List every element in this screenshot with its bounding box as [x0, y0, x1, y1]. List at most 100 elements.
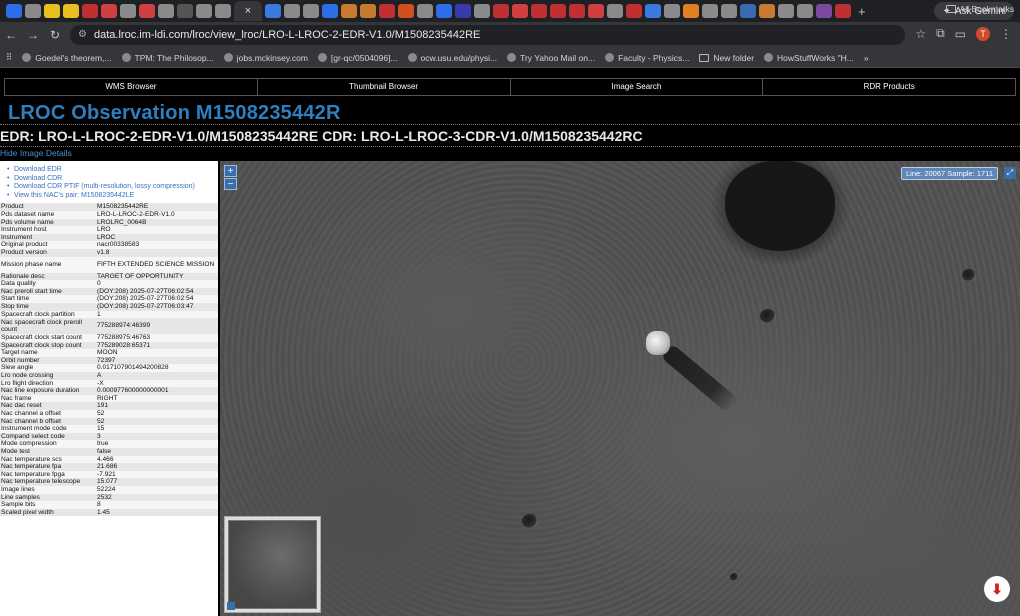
apps-icon[interactable]: ⠿ [6, 52, 12, 63]
tab-favicon[interactable] [474, 4, 490, 18]
tab-favicon[interactable] [835, 4, 851, 18]
tab-favicon[interactable] [721, 4, 737, 18]
fullscreen-button[interactable]: ⤢ [1004, 167, 1016, 179]
bookmark-item[interactable]: TPM: The Philosop... [121, 53, 214, 63]
all-bookmarks-label: All Bookmarks [959, 4, 1014, 14]
tab-favicon[interactable] [778, 4, 794, 18]
crater-shadow [725, 161, 835, 251]
bookmark-item[interactable]: New folder [699, 53, 754, 63]
property-name: Line samples [0, 493, 96, 502]
tab-favicon[interactable] [398, 4, 414, 18]
tab-favicon[interactable] [284, 4, 300, 18]
nav-image-search[interactable]: Image Search [511, 79, 764, 95]
tab-favicon[interactable] [196, 4, 212, 18]
more-bookmarks-button[interactable]: » [864, 53, 869, 63]
bookmark-star-icon[interactable]: ☆ [915, 27, 926, 41]
image-viewer[interactable]: + − Line: 20067 Sample: 1711 ⤢ ⬇ [220, 161, 1020, 616]
tab-favicon[interactable] [607, 4, 623, 18]
tab-favicon[interactable] [44, 4, 60, 18]
nav-rdr-products[interactable]: RDR Products [763, 79, 1015, 95]
tab-favicon[interactable] [493, 4, 509, 18]
bookmark-item[interactable]: Goedel's theorem,... [22, 53, 112, 63]
overview-toggle-button[interactable] [227, 602, 235, 610]
tab-favicon[interactable] [797, 4, 813, 18]
tab-favicon[interactable] [531, 4, 547, 18]
url-field[interactable]: ⚙ data.lroc.im-ldi.com/lroc/view_lroc/LR… [70, 25, 905, 45]
hide-image-details-link[interactable]: Hide Image Details [0, 148, 72, 158]
divider [0, 124, 1020, 125]
forward-icon[interactable]: → [22, 28, 44, 42]
tab-favicon[interactable] [569, 4, 585, 18]
tab-favicon[interactable] [303, 4, 319, 18]
property-value: -7.921 [96, 470, 218, 479]
tab-favicon[interactable] [265, 4, 281, 18]
avatar[interactable]: T [976, 26, 990, 41]
pdf-icon[interactable]: ⬇ [984, 576, 1010, 602]
tab-favicon[interactable] [740, 4, 756, 18]
tab-favicon[interactable] [322, 4, 338, 18]
table-row: Mode test false [0, 448, 218, 456]
property-name: Instrument [0, 233, 96, 242]
download-link[interactable]: Download EDR [7, 166, 218, 175]
tab-favicon[interactable] [215, 4, 231, 18]
tab-favicon[interactable] [436, 4, 452, 18]
download-link[interactable]: Download CDR [7, 175, 218, 184]
close-icon[interactable]: × [245, 5, 251, 17]
tab-favicon[interactable] [816, 4, 832, 18]
tab-favicon[interactable] [341, 4, 357, 18]
property-name: Nac frame [0, 394, 96, 403]
tab-favicon[interactable] [139, 4, 155, 18]
tab-favicon[interactable] [588, 4, 604, 18]
property-value: 1 [96, 310, 218, 319]
tab-favicon[interactable] [702, 4, 718, 18]
zoom-in-button[interactable]: + [224, 165, 237, 177]
zoom-out-button[interactable]: − [224, 178, 237, 190]
reload-icon[interactable]: ↻ [44, 28, 66, 42]
tab-favicon[interactable] [82, 4, 98, 18]
tab-favicon[interactable] [683, 4, 699, 18]
back-icon[interactable]: ← [0, 28, 22, 42]
new-tab-button[interactable]: + [858, 4, 866, 19]
bookmark-item[interactable]: Faculty - Physics... [605, 53, 689, 63]
property-name: Nac dac reset [0, 402, 96, 411]
nav-wms-browser[interactable]: WMS Browser [5, 79, 258, 95]
tab-favicon[interactable] [550, 4, 566, 18]
bookmark-item[interactable]: Try Yahoo Mail on... [507, 53, 595, 63]
tab-favicon[interactable] [158, 4, 174, 18]
property-name: Orbit number [0, 356, 96, 365]
download-link[interactable]: Download CDR PTIF (multi-resolution, los… [7, 183, 218, 192]
nav-thumbnail-browser[interactable]: Thumbnail Browser [258, 79, 511, 95]
bookmark-item[interactable]: ocw.usu.edu/physi... [407, 53, 497, 63]
tab-favicon[interactable] [759, 4, 775, 18]
bookmark-icon [223, 53, 233, 62]
tab-favicon[interactable] [645, 4, 661, 18]
tab-favicon[interactable] [360, 4, 376, 18]
tab-favicon[interactable] [664, 4, 680, 18]
tab-favicon[interactable] [626, 4, 642, 18]
crater [522, 514, 538, 528]
overview-thumbnail[interactable] [228, 520, 317, 609]
tab-favicon[interactable] [177, 4, 193, 18]
tab-favicon[interactable] [417, 4, 433, 18]
tab-favicon[interactable] [512, 4, 528, 18]
overview-map[interactable] [224, 516, 321, 613]
tab-favicon[interactable] [6, 4, 22, 18]
url-text: data.lroc.im-ldi.com/lroc/view_lroc/LRO-… [94, 29, 481, 41]
download-link[interactable]: View this NAC's pair: M1508235442LE [7, 192, 218, 201]
menu-icon[interactable]: ⋮ [1000, 27, 1012, 41]
extensions-icon[interactable]: ⧉ [936, 26, 945, 41]
active-tab[interactable]: × [234, 1, 262, 21]
table-row: Start time (DOY:208) 2025-07-27T06:02:54 [0, 295, 218, 303]
tab-favicon[interactable] [25, 4, 41, 18]
site-info-icon[interactable]: ⚙ [78, 25, 87, 45]
bookmark-item[interactable]: jobs.mckinsey.com [223, 53, 308, 63]
sidebar-icon[interactable]: ▭ [955, 27, 966, 41]
tab-favicon[interactable] [455, 4, 471, 18]
all-bookmarks-button[interactable]: All Bookmarks [945, 4, 1014, 14]
tab-favicon[interactable] [63, 4, 79, 18]
bookmark-item[interactable]: HowStuffWorks "H... [764, 53, 854, 63]
bookmark-item[interactable]: [gr-qc/0504096]... [317, 53, 398, 63]
tab-favicon[interactable] [379, 4, 395, 18]
tab-favicon[interactable] [101, 4, 117, 18]
tab-favicon[interactable] [120, 4, 136, 18]
